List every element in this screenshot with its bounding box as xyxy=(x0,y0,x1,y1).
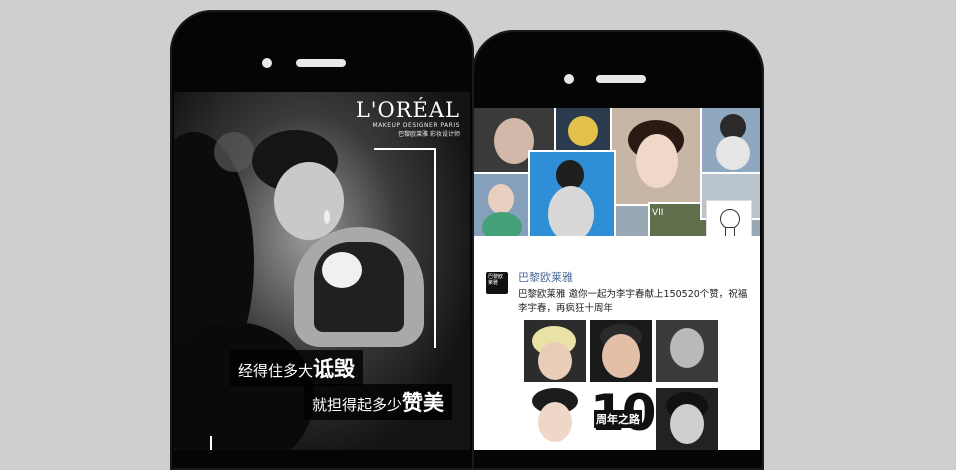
collage-photo xyxy=(700,108,760,176)
earring xyxy=(324,210,330,224)
front-camera-icon xyxy=(564,74,574,84)
slogan-line-1: 经得住多大诋毁 xyxy=(230,350,364,386)
speaker-grille xyxy=(296,59,346,67)
slogan-line-2: 就担得起多少赞美 xyxy=(304,384,453,420)
grid-photo-3[interactable] xyxy=(656,320,718,382)
grid-photo-2[interactable] xyxy=(590,320,652,382)
speaker-grille xyxy=(596,75,646,83)
flower-corsage xyxy=(322,252,362,288)
grid-photo-4[interactable] xyxy=(524,388,586,450)
collage-photo-main xyxy=(610,108,704,206)
woman-dress xyxy=(314,242,404,332)
poster-name-link[interactable]: 巴黎欧莱雅 xyxy=(518,269,573,285)
collage-photo xyxy=(474,172,532,242)
left-screen-ad: L'ORÉAL MAKEUP DESIGNER PARIS 巴黎欧莱雅 彩妆设计… xyxy=(174,92,470,450)
page-logo[interactable]: 巴黎欧莱雅 xyxy=(486,272,508,294)
grid-photo-6[interactable] xyxy=(656,388,718,450)
right-screen-feed: VII 巴黎欧莱雅 巴黎欧莱雅 巴黎欧莱雅 邀你一起为李宇春献上150520个赞… xyxy=(474,108,760,450)
collage-photo xyxy=(528,150,616,242)
front-camera-icon xyxy=(262,58,272,68)
frame-line-right xyxy=(434,148,436,348)
frame-line-bottom-left xyxy=(210,436,212,450)
woman-face xyxy=(274,162,344,240)
collage-photo xyxy=(554,108,614,154)
background-person-head xyxy=(214,132,254,172)
foreground-shadow xyxy=(174,322,314,450)
anniversary-card[interactable]: 10 周年之路 xyxy=(590,384,657,450)
cover-photo-collage: VII xyxy=(474,108,760,246)
post-text: 巴黎欧莱雅 邀你一起为李宇春献上150520个赞，祝福李宇春，再疯狂十周年 xyxy=(518,289,748,314)
grid-photo-1[interactable] xyxy=(524,320,586,382)
loreal-logo: L'ORÉAL MAKEUP DESIGNER PARIS 巴黎欧莱雅 彩妆设计… xyxy=(355,98,460,138)
frame-line-top xyxy=(374,148,436,150)
